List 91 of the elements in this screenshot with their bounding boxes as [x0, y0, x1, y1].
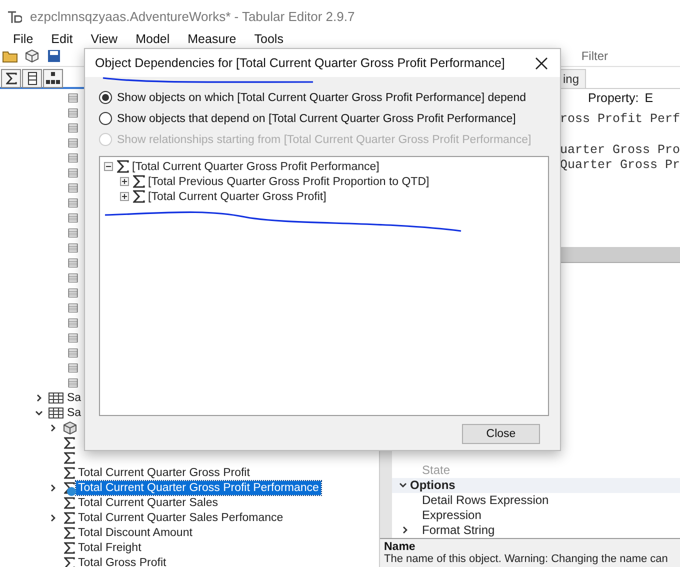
expand-chevron-icon[interactable] [48, 422, 58, 432]
sigma-icon [64, 556, 75, 567]
close-button[interactable]: Close [462, 424, 540, 444]
column-icon [68, 376, 78, 390]
property-dropdown[interactable]: E [644, 91, 654, 106]
menu-item[interactable]: Measure [178, 32, 246, 46]
sigma-icon [6, 72, 16, 85]
radio-button[interactable] [99, 91, 112, 104]
tree-item[interactable]: Total Freight [76, 540, 144, 554]
column-icon [68, 150, 78, 164]
expand-chevron-icon[interactable] [48, 512, 58, 522]
close-icon[interactable] [535, 56, 548, 70]
column-icon [68, 240, 78, 254]
code-line: ross Profit Perf [560, 112, 680, 128]
column-icon [68, 316, 78, 330]
column-icon [68, 90, 78, 104]
sigma-icon [133, 190, 145, 203]
category-header[interactable]: Options [410, 478, 456, 492]
sigma-icon [64, 480, 75, 494]
tree-item[interactable]: Total Current Quarter Gross Profit Performance [76, 480, 321, 494]
column-icon [68, 106, 78, 120]
column-icon [28, 72, 36, 85]
hierarchy-icon [46, 72, 60, 85]
column-icon [68, 166, 78, 180]
tree-item[interactable]: Total Current Quarter Sales [76, 496, 220, 510]
code-line: Quarter Gross Pr [560, 158, 680, 174]
collapse-box-icon[interactable] [104, 162, 113, 171]
app-logo-icon [6, 8, 22, 24]
tree-item[interactable]: Total Gross Profit [76, 556, 168, 567]
description-title: Name [384, 540, 416, 553]
hierarchy-tab[interactable] [43, 69, 63, 88]
filter-label: Filter [581, 48, 608, 62]
expand-chevron-icon[interactable] [34, 392, 44, 402]
column-icon [68, 270, 78, 284]
column-icon [68, 120, 78, 134]
cube-icon [62, 420, 78, 434]
expand-chevron-icon[interactable] [400, 525, 410, 536]
sigma-icon [64, 496, 75, 510]
table-icon [48, 390, 64, 404]
column-icon [68, 136, 78, 150]
sigma-icon [64, 526, 75, 540]
tree-item[interactable]: Sa [65, 390, 84, 404]
column-icon [68, 256, 78, 270]
save-icon[interactable] [46, 48, 62, 64]
sigma-icon [64, 436, 75, 450]
sigma-icon [117, 160, 129, 173]
menu-item[interactable]: Edit [42, 32, 82, 46]
dependency-node[interactable]: [Total Current Quarter Gross Profit Performance] [132, 160, 380, 172]
column-icon [68, 360, 78, 374]
expand-chevron-icon[interactable] [48, 482, 58, 492]
column-icon [68, 226, 78, 240]
description-text: The name of this object. Warning: Changing the name can [384, 552, 669, 565]
dependency-node[interactable]: [Total Current Quarter Gross Profit] [148, 190, 326, 202]
tree-item[interactable]: Total Discount Amount [76, 526, 194, 540]
expand-box-icon[interactable] [120, 177, 129, 186]
tree-item[interactable]: Total Current Quarter Gross Profit [76, 466, 252, 480]
tree-item[interactable]: Sa [65, 406, 84, 420]
sigma-icon [133, 175, 145, 188]
column-icon [68, 300, 78, 314]
sigma-icon [64, 540, 75, 554]
sigma-icon [64, 450, 75, 464]
menu-item[interactable]: View [82, 32, 127, 46]
sigma-icon [64, 510, 75, 524]
window-title: ezpclmnsqzyaas.AdventureWorks* - Tabular Editor 2.9.7 [30, 9, 355, 24]
radio-button[interactable] [99, 112, 112, 125]
column-icon [68, 196, 78, 210]
tree-item[interactable]: Total Current Quarter Sales Perfomance [76, 510, 286, 524]
property-name[interactable]: Expression [422, 508, 482, 522]
property-name[interactable]: Detail Rows Expression [422, 493, 549, 508]
column-icon [68, 210, 78, 224]
code-line: uarter Gross Pro [560, 143, 680, 158]
table-icon [48, 406, 64, 420]
property-label: Property: [588, 91, 639, 106]
measures-tab[interactable] [1, 69, 21, 88]
menu-item[interactable]: Tools [245, 32, 292, 46]
column-icon [68, 180, 78, 194]
column-icon [68, 346, 78, 360]
dependency-node[interactable]: [Total Previous Quarter Gross Profit Proportion to QTD] [148, 176, 430, 188]
radio-option[interactable]: Show objects that depend on [Total Current Quarter Gross Profit Performance] [99, 108, 550, 129]
property-name[interactable]: Format String [422, 523, 495, 538]
menu-item[interactable]: Model [126, 32, 179, 46]
radio-option[interactable]: Show objects on which [Total Current Quarter Gross Profit Performance] depend [99, 87, 550, 108]
sigma-icon [64, 466, 75, 480]
column-icon [68, 286, 78, 300]
cube-icon[interactable] [24, 48, 40, 64]
warning-badge-icon [67, 486, 76, 496]
expand-box-icon[interactable] [120, 192, 129, 201]
columns-tab[interactable] [22, 69, 42, 88]
column-icon [68, 330, 78, 344]
menu-item[interactable]: File [4, 32, 42, 46]
dialog-title: Object Dependencies for [Total Current Quarter Gross Profit Performance] [95, 56, 506, 70]
